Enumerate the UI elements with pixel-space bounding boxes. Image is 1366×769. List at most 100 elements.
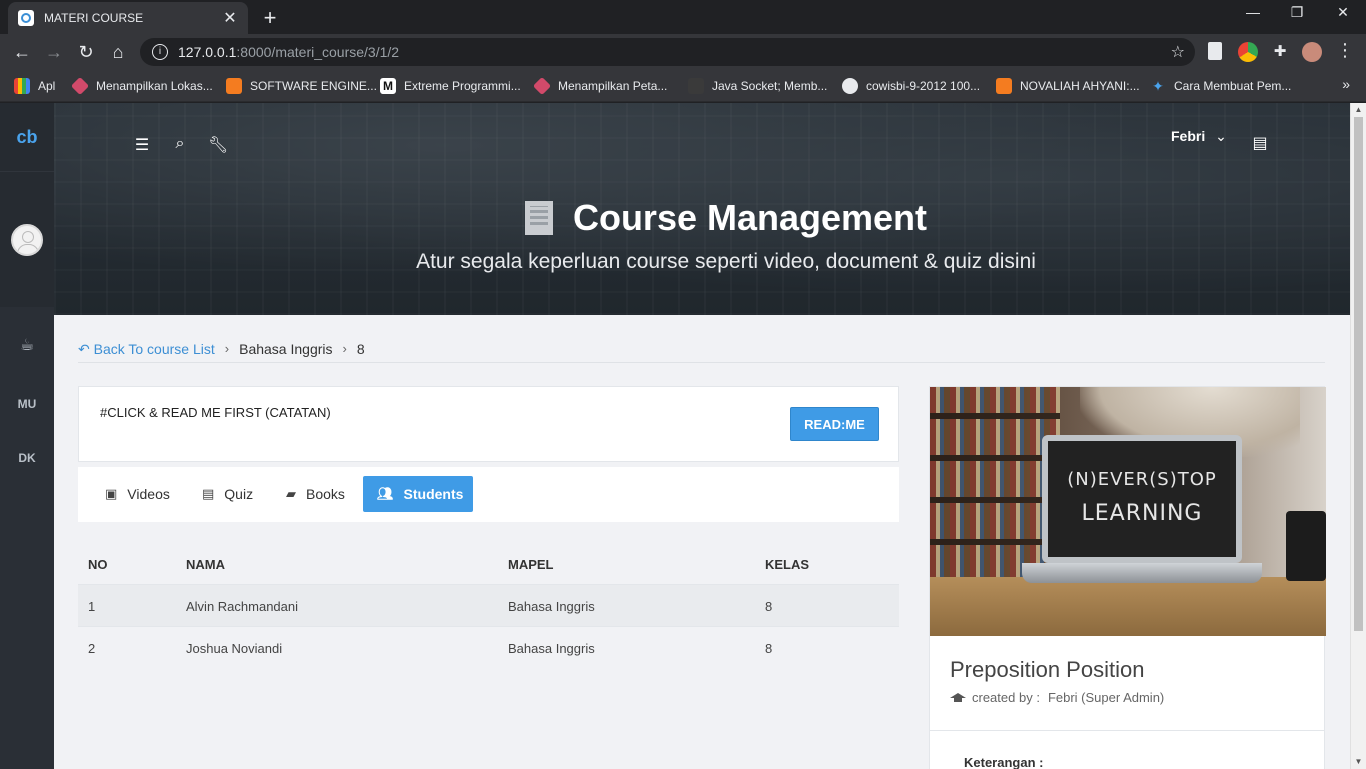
chevron-down-icon: ⌄	[1215, 128, 1227, 144]
restore-icon[interactable]: ❐	[1285, 4, 1309, 21]
new-tab-icon[interactable]: +	[258, 5, 282, 31]
user-menu[interactable]: Febri ⌄	[1171, 128, 1227, 145]
breadcrumb-level: 8	[356, 341, 365, 357]
cell-mapel: Bahasa Inggris	[508, 599, 595, 614]
book-icon: ▰	[286, 486, 296, 501]
breadcrumb: ↶ Back To course List › Bahasa Inggris ›…	[78, 341, 1325, 363]
sidebar-item-mu[interactable]: MU	[0, 397, 54, 411]
extensions-puzzle-icon[interactable]: ✚	[1268, 40, 1292, 64]
extension-docs-icon[interactable]	[1208, 42, 1222, 60]
address-bar[interactable]: i 127.0.0.1:8000/materi_course/3/1/2 ☆	[140, 38, 1195, 66]
bookmark-label: Menampilkan Peta...	[558, 79, 668, 93]
back-to-course-list-link[interactable]: ↶ Back To course List	[78, 341, 215, 358]
video-file-icon: ▣	[105, 486, 118, 501]
bookmark-item[interactable]: Java Socket; Memb...	[688, 77, 827, 95]
sidebar-item-dk[interactable]: DK	[0, 451, 54, 465]
scroll-down-icon[interactable]: ▼	[1354, 757, 1363, 767]
extension-drive-icon[interactable]	[1238, 42, 1258, 62]
readme-notice: #CLICK & READ ME FIRST (CATATAN) READ:ME	[78, 386, 899, 462]
bookmark-favicon-icon	[688, 78, 704, 94]
avatar[interactable]	[11, 223, 43, 256]
back-arrow-icon[interactable]: ←	[10, 40, 34, 64]
bookmark-label: Extreme Programmi...	[404, 79, 521, 93]
bookmark-item[interactable]: Apl	[14, 77, 55, 95]
close-tab-icon[interactable]: ✕	[222, 8, 238, 28]
chevron-right-icon: ›	[224, 341, 230, 356]
search-icon[interactable]: ⌕	[170, 135, 190, 153]
sidebar: cb ☕ MU DK	[0, 103, 54, 769]
browser-toolbar: ← → ↻ ⌂ i 127.0.0.1:8000/materi_course/3…	[0, 34, 1366, 70]
bookmark-item[interactable]: M Extreme Programmi...	[380, 77, 521, 95]
page-subtitle: Atur segala keperluan course seperti vid…	[416, 250, 1036, 273]
bookmark-label: Menampilkan Lokas...	[96, 79, 213, 93]
content-tabs: ▣ Videos ▤ Quiz ▰ Books 👥︎ Students	[78, 467, 899, 522]
bookmark-label: NOVALIAH AHYANI:...	[1020, 79, 1140, 93]
table-row[interactable]: 2 Joshua Noviandi Bahasa Inggris 8	[78, 627, 899, 669]
back-link-label: Back To course List	[93, 341, 215, 357]
bookmark-label: Apl	[38, 79, 56, 93]
sidebar-user	[0, 171, 54, 307]
cell-nama: Alvin Rachmandani	[186, 599, 299, 614]
hero-title-row: Course Management	[54, 197, 1350, 239]
scrollbar-thumb[interactable]	[1354, 117, 1363, 631]
course-card: (N)EVER(S)TOP LEARNING Preposition Posit…	[929, 386, 1326, 769]
bookmark-star-icon[interactable]: ☆	[1171, 42, 1185, 62]
chalk-line-2: LEARNING	[1081, 501, 1203, 526]
menu-kebab-icon[interactable]: ⋮	[1336, 40, 1354, 61]
bookmark-item[interactable]: cowisbi-9-2012 100...	[842, 77, 980, 95]
bookmark-favicon-icon: ✦	[1152, 78, 1164, 94]
minimize-icon[interactable]: —	[1241, 4, 1265, 20]
main-content: ↶ Back To course List › Bahasa Inggris ›…	[54, 315, 1350, 769]
wrench-icon[interactable]: 🔧︎	[208, 135, 228, 155]
bookmark-item[interactable]: NOVALIAH AHYANI:...	[996, 77, 1140, 95]
readme-button[interactable]: READ:ME	[790, 407, 879, 441]
forward-arrow-icon[interactable]: →	[42, 40, 66, 64]
users-icon: 👥︎	[377, 486, 394, 501]
cell-kelas: 8	[765, 599, 773, 614]
tab-quiz[interactable]: ▤ Quiz	[188, 476, 267, 512]
profile-avatar[interactable]	[1302, 42, 1322, 62]
students-table: NO NAMA MAPEL KELAS 1 Alvin Rachmandani …	[78, 543, 899, 669]
tab-books[interactable]: ▰ Books	[272, 476, 359, 512]
bookmark-item[interactable]: SOFTWARE ENGINE...	[226, 77, 377, 95]
tab-students[interactable]: 👥︎ Students	[363, 476, 473, 512]
layout-toggle-icon[interactable]: ▤	[1250, 133, 1270, 153]
more-bookmarks-icon[interactable]: »	[1342, 76, 1350, 92]
tab-label: Quiz	[224, 486, 254, 502]
meta-value: Febri (Super Admin)	[1047, 690, 1165, 705]
bookmark-item[interactable]: ✦ Cara Membuat Pem...	[1150, 77, 1291, 95]
course-image: (N)EVER(S)TOP LEARNING	[930, 387, 1326, 636]
coffee-icon[interactable]: ☕	[0, 335, 54, 355]
reload-icon[interactable]: ↻	[74, 40, 98, 64]
bookmark-item[interactable]: Menampilkan Peta...	[532, 76, 668, 96]
scroll-up-icon[interactable]: ▲	[1354, 105, 1363, 115]
header-mapel: MAPEL	[508, 557, 554, 572]
favicon-icon	[18, 10, 34, 26]
apps-grid-icon	[14, 78, 30, 94]
bookmark-label: cowisbi-9-2012 100...	[866, 79, 981, 93]
browser-tab[interactable]: MATERI COURSE ✕	[8, 2, 248, 34]
table-row[interactable]: 1 Alvin Rachmandani Bahasa Inggris 8	[78, 585, 899, 627]
header-kelas: KELAS	[765, 557, 810, 572]
site-info-icon[interactable]: i	[152, 44, 168, 60]
page-scrollbar[interactable]: ▲ ▼	[1350, 103, 1366, 769]
laptop-chalk-text: (N)EVER(S)TOP LEARNING	[1056, 463, 1228, 531]
screen: MATERI COURSE ✕ + — ❐ ✕ ← → ↻ ⌂ i 127.0.…	[0, 0, 1366, 769]
home-icon[interactable]: ⌂	[106, 40, 130, 64]
hamburger-menu-icon[interactable]: ☰	[132, 135, 152, 155]
close-window-icon[interactable]: ✕	[1331, 4, 1355, 21]
app-logo[interactable]: cb	[0, 103, 54, 171]
table-header: NO NAMA MAPEL KELAS	[78, 543, 899, 585]
hero-banner: ☰ ⌕ 🔧︎ Febri ⌄ ▤ Course Management Atur …	[54, 103, 1350, 315]
browser-tab-strip: MATERI COURSE ✕ + — ❐ ✕	[0, 0, 1366, 34]
laptop-graphic: (N)EVER(S)TOP LEARNING	[1042, 435, 1242, 563]
bookmarks-bar: Apl Menampilkan Lokas... SOFTWARE ENGINE…	[0, 70, 1366, 102]
bookmark-label: Cara Membuat Pem...	[1174, 79, 1292, 93]
bookmark-item[interactable]: Menampilkan Lokas...	[70, 76, 213, 96]
header-no: NO	[88, 557, 108, 572]
cell-no: 2	[88, 641, 96, 656]
bookmark-favicon-icon	[532, 76, 552, 96]
tab-videos[interactable]: ▣ Videos	[91, 476, 184, 512]
chevron-right-icon: ›	[342, 341, 347, 356]
header-nama: NAMA	[186, 557, 225, 572]
